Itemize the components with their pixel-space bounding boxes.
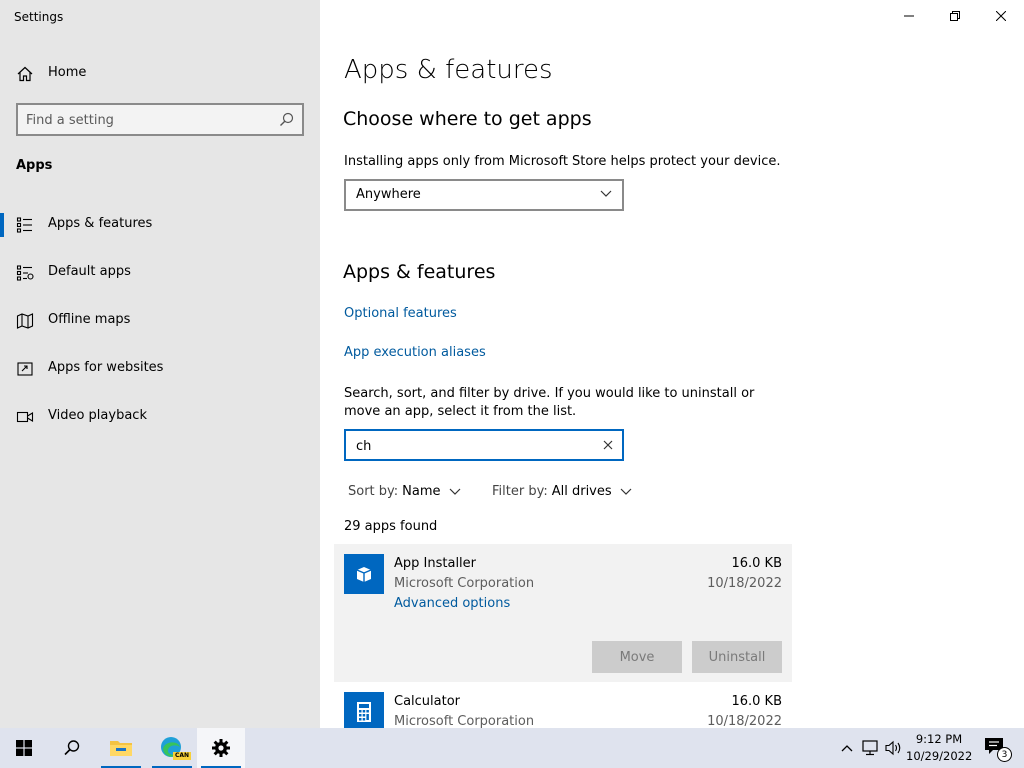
restore-icon	[950, 11, 960, 21]
minimize-button[interactable]	[886, 0, 932, 32]
uninstall-button[interactable]: Uninstall	[692, 641, 782, 673]
sidebar-item-label: Default apps	[48, 264, 131, 279]
app-name: Calculator	[394, 694, 461, 709]
sidebar-item-label: Video playback	[48, 408, 147, 423]
page-title: Apps & features	[344, 55, 553, 85]
calculator-glyph-icon	[357, 702, 371, 722]
choose-apps-heading: Choose where to get apps	[343, 108, 592, 130]
chevron-down-icon	[620, 488, 632, 495]
move-button[interactable]: Move	[592, 641, 682, 673]
sort-dropdown[interactable]: Sort by: Name	[348, 484, 461, 499]
sidebar-item-apps-features[interactable]: Apps & features	[0, 205, 320, 245]
filter-key: Filter by:	[492, 484, 548, 499]
video-icon	[16, 411, 34, 423]
sidebar-item-offline-maps[interactable]: Offline maps	[0, 301, 320, 341]
action-center-button[interactable]: 3	[984, 736, 1012, 762]
advanced-options-link[interactable]: Advanced options	[394, 596, 510, 611]
network-icon	[862, 740, 878, 756]
app-publisher: Microsoft Corporation	[394, 714, 535, 728]
choose-apps-description: Installing apps only from Microsoft Stor…	[344, 154, 781, 169]
windows-logo-icon	[16, 740, 32, 756]
gear-icon	[212, 739, 230, 757]
app-size: 16.0 KB	[731, 556, 782, 571]
start-button[interactable]	[0, 728, 48, 768]
home-label: Home	[48, 65, 87, 80]
package-icon	[356, 567, 372, 582]
close-button[interactable]	[978, 0, 1024, 32]
edge-browser-button[interactable]: CAN	[148, 728, 196, 768]
filter-description: Search, sort, and filter by drive. If yo…	[344, 386, 755, 419]
sidebar-item-apps-for-websites[interactable]: Apps for websites	[0, 349, 320, 389]
search-icon[interactable]	[279, 112, 294, 127]
notification-count-badge: 3	[997, 747, 1012, 762]
clock-date: 10/29/2022	[906, 749, 973, 763]
sidebar: Settings Home Apps Apps & features	[0, 0, 320, 728]
sidebar-section-label: Apps	[16, 158, 53, 173]
sidebar-item-label: Apps for websites	[48, 360, 164, 375]
clock-time: 9:12 PM	[915, 732, 963, 746]
window-title: Settings	[14, 10, 64, 24]
file-explorer-button[interactable]	[97, 728, 145, 768]
taskbar-clock[interactable]: 9:12 PM 10/29/2022	[906, 731, 972, 765]
sidebar-item-label: Offline maps	[48, 312, 131, 327]
network-icon-button[interactable]	[861, 738, 881, 758]
app-name: App Installer	[394, 556, 477, 571]
app-list-item-app-installer[interactable]: App Installer Microsoft Corporation 16.0…	[334, 544, 792, 682]
volume-icon-button[interactable]	[884, 738, 904, 758]
home-icon	[17, 66, 33, 82]
optional-features-link[interactable]: Optional features	[344, 306, 457, 321]
calculator-icon	[344, 692, 384, 728]
app-publisher: Microsoft Corporation	[394, 576, 535, 591]
main-content: Apps & features Choose where to get apps…	[320, 0, 1024, 728]
app-date: 10/18/2022	[707, 576, 782, 591]
setting-search-box[interactable]	[16, 103, 304, 136]
sidebar-item-video-playback[interactable]: Video playback	[0, 397, 320, 437]
taskbar-search-button[interactable]	[48, 728, 96, 768]
window-controls	[886, 0, 1024, 32]
sort-key: Sort by:	[348, 484, 399, 499]
show-hidden-icons-button[interactable]	[837, 738, 857, 758]
app-execution-aliases-link[interactable]: App execution aliases	[344, 345, 486, 360]
sidebar-item-default-apps[interactable]: Default apps	[0, 253, 320, 293]
sidebar-item-label: Apps & features	[48, 216, 153, 231]
list-icon	[16, 217, 32, 233]
open-external-icon	[17, 362, 33, 376]
apps-found-count: 29 apps found	[344, 519, 438, 534]
app-date: 10/18/2022	[707, 714, 782, 728]
edge-badge: CAN	[173, 752, 192, 760]
clear-icon[interactable]	[603, 440, 613, 450]
chevron-down-icon	[449, 488, 460, 495]
map-icon	[16, 313, 34, 329]
volume-icon	[885, 740, 901, 756]
search-icon	[64, 740, 80, 756]
app-source-value: Anywhere	[356, 187, 421, 202]
minimize-icon	[904, 15, 914, 17]
sort-value: Name	[402, 484, 441, 499]
chevron-up-icon	[841, 745, 853, 752]
app-search-box[interactable]	[344, 429, 624, 461]
app-size: 16.0 KB	[731, 694, 782, 709]
filter-value: All drives	[551, 484, 612, 499]
settings-taskbar-button[interactable]	[197, 728, 245, 768]
setting-search-input[interactable]	[26, 110, 274, 130]
default-apps-icon	[16, 265, 34, 281]
home-nav-item[interactable]: Home	[0, 56, 320, 92]
taskbar: CAN 9:12 PM 10/29/2022 3	[0, 728, 1024, 768]
app-source-dropdown[interactable]: Anywhere	[344, 179, 624, 211]
app-list-item-calculator[interactable]: Calculator Microsoft Corporation 16.0 KB…	[334, 682, 792, 728]
filter-drive-dropdown[interactable]: Filter by: All drives	[492, 484, 632, 499]
chevron-down-icon	[600, 190, 612, 197]
restore-button[interactable]	[932, 0, 978, 32]
folder-icon	[110, 741, 132, 756]
app-search-input[interactable]	[356, 436, 576, 456]
apps-features-heading: Apps & features	[343, 261, 496, 283]
close-icon	[996, 11, 1006, 21]
app-installer-icon	[344, 554, 384, 594]
